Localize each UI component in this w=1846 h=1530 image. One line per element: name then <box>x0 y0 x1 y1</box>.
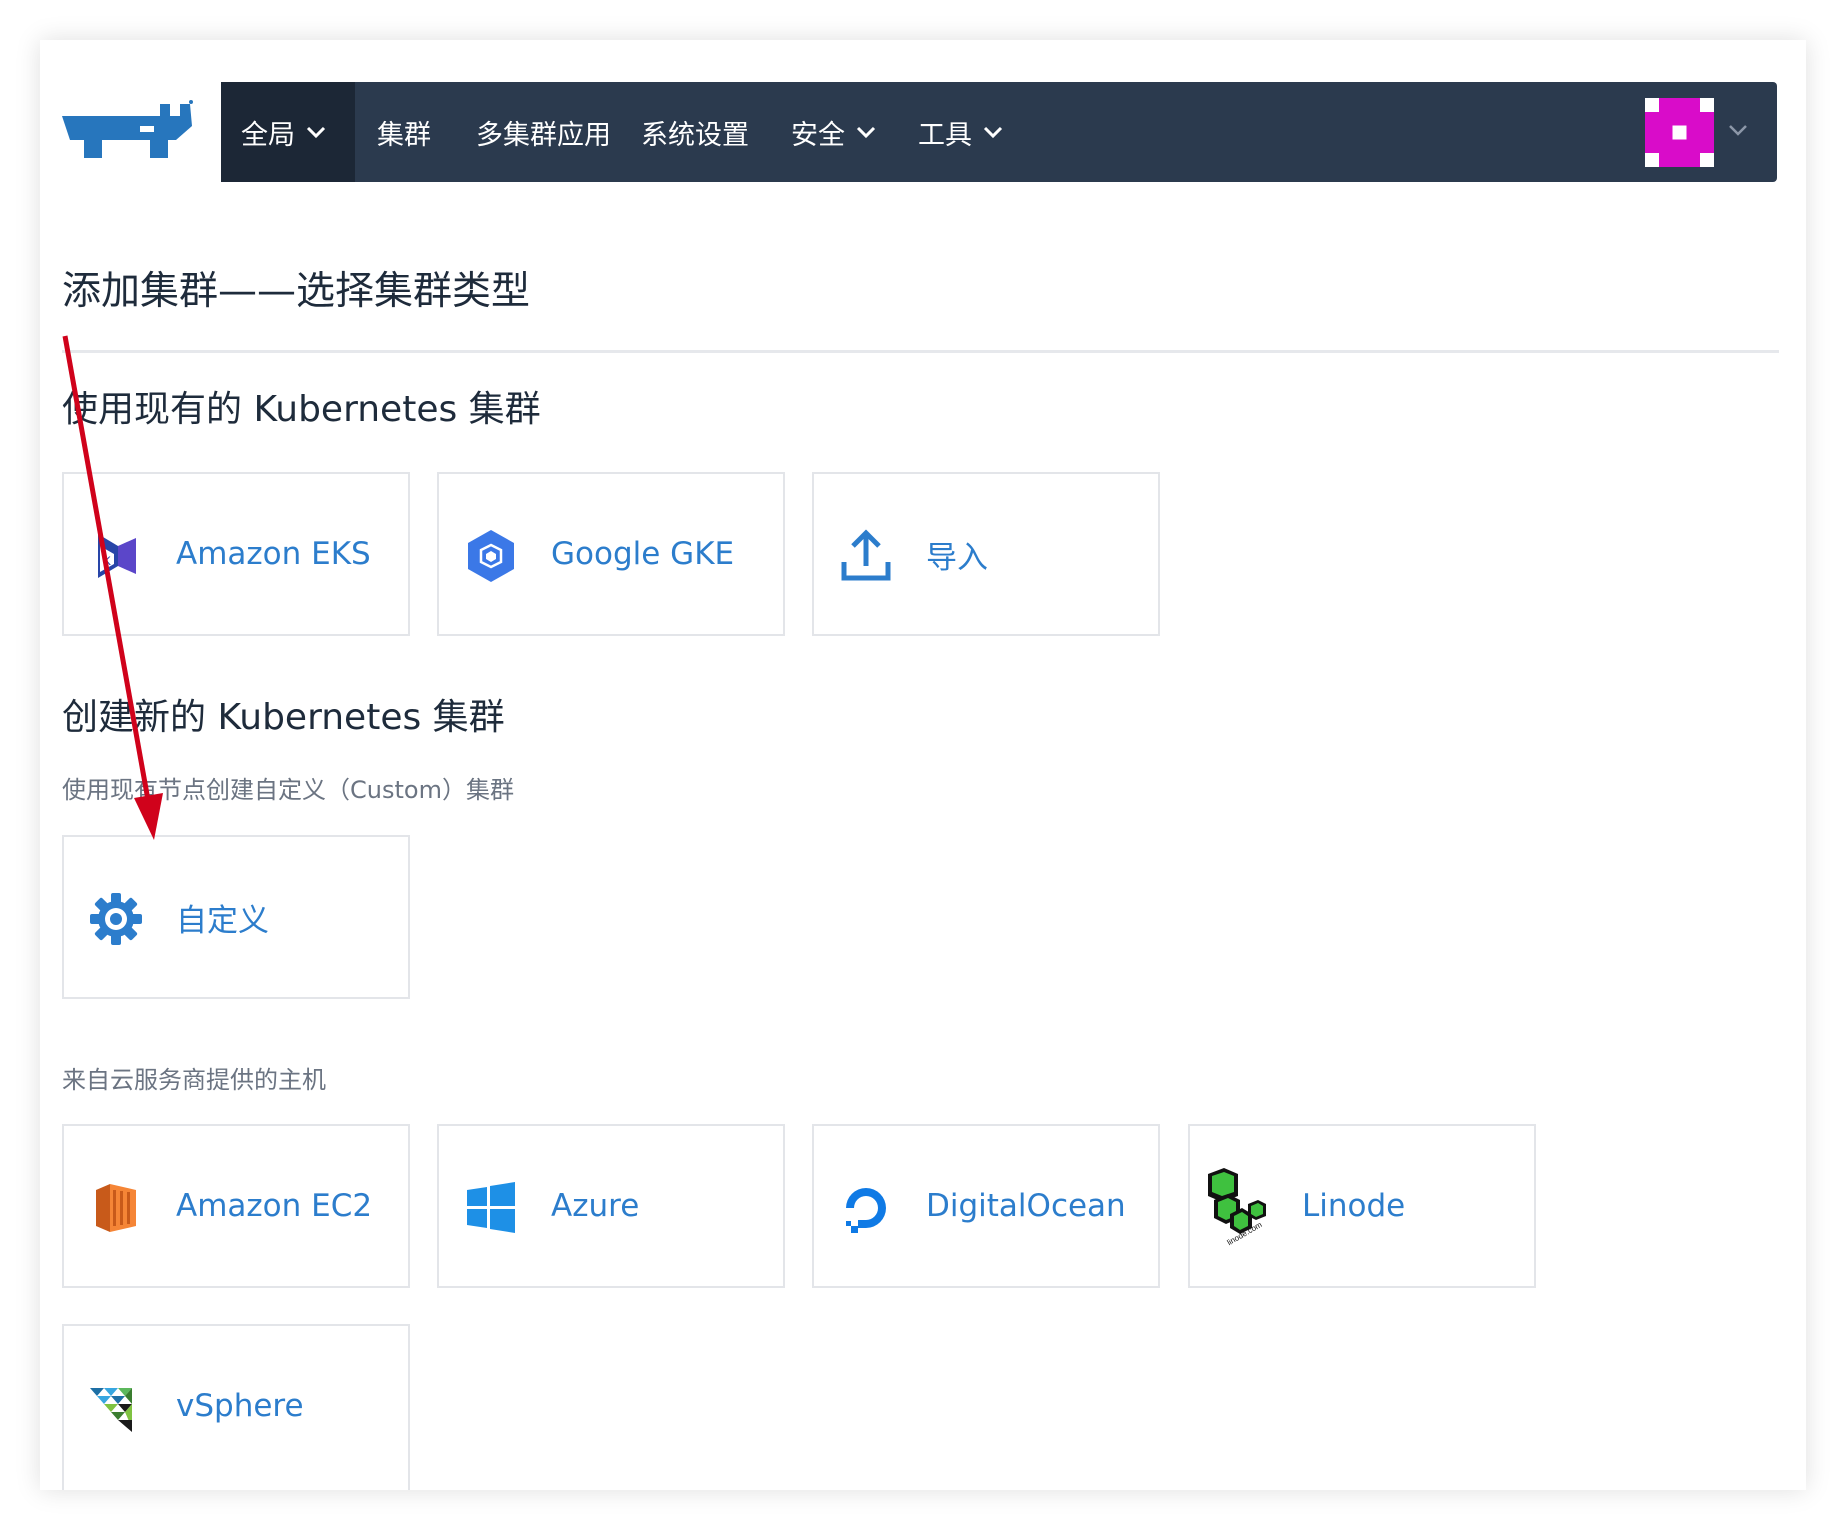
card-custom[interactable]: 自定义 <box>62 835 410 999</box>
card-vsphere[interactable]: vSphere <box>62 1324 410 1490</box>
card-label: 自定义 <box>176 902 269 939</box>
nav-system-settings[interactable]: 系统设置 <box>641 82 749 182</box>
upload-icon <box>841 529 891 581</box>
page-title: 添加集群——选择集群类型 <box>62 269 531 314</box>
section-title-create: 创建新的 Kubernetes 集群 <box>62 697 505 738</box>
vsphere-icon <box>90 1388 132 1432</box>
card-label: Linode <box>1302 1188 1406 1224</box>
card-label: Amazon EC2 <box>176 1188 373 1224</box>
nav-global-dropdown[interactable]: 全局 <box>221 82 355 182</box>
card-label: DigitalOcean <box>926 1188 1126 1224</box>
google-gke-icon <box>468 530 514 582</box>
card-google-gke[interactable]: Google GKE <box>437 472 785 636</box>
rancher-logo[interactable] <box>60 96 194 168</box>
card-linode[interactable]: linode.com Linode <box>1188 1124 1536 1288</box>
top-nav: 全局 集群 多集群应用 系统设置 安全 工具 <box>221 82 1777 182</box>
nav-multi-cluster-apps-label: 多集群应用 <box>476 119 611 151</box>
user-avatar[interactable] <box>1645 98 1714 167</box>
amazon-ec2-icon <box>96 1184 136 1232</box>
nav-tools-label: 工具 <box>918 119 972 151</box>
card-label: Azure <box>551 1188 640 1224</box>
chevron-down-icon[interactable] <box>1727 122 1749 138</box>
title-divider <box>62 350 1779 353</box>
custom-subtitle: 使用现有节点创建自定义（Custom）集群 <box>62 776 514 804</box>
gear-icon <box>90 893 142 945</box>
chevron-down-icon <box>856 126 876 139</box>
chevron-down-icon <box>306 126 326 139</box>
card-label: 导入 <box>926 539 988 576</box>
section-title-existing: 使用现有的 Kubernetes 集群 <box>62 389 541 430</box>
card-label: vSphere <box>176 1388 304 1424</box>
nav-multi-cluster-apps[interactable]: 多集群应用 <box>476 82 611 182</box>
app-window: 全局 集群 多集群应用 系统设置 安全 工具 添加集群——选择集群类型 使用现有… <box>40 40 1806 1490</box>
nav-system-settings-label: 系统设置 <box>641 119 749 151</box>
nav-security-label: 安全 <box>791 119 845 151</box>
nav-security-dropdown[interactable]: 安全 <box>791 82 877 182</box>
card-label: Google GKE <box>551 536 735 572</box>
nav-clusters-label: 集群 <box>377 119 431 151</box>
nav-clusters[interactable]: 集群 <box>377 82 431 182</box>
card-amazon-eks[interactable]: K Amazon EKS <box>62 472 410 636</box>
digitalocean-icon <box>846 1188 886 1233</box>
linode-icon: linode.com <box>1208 1168 1266 1246</box>
azure-icon <box>467 1182 515 1233</box>
nav-tools-dropdown[interactable]: 工具 <box>918 82 1004 182</box>
card-label: Amazon EKS <box>176 536 371 572</box>
chevron-down-icon <box>983 126 1003 139</box>
svg-text:K: K <box>103 554 111 568</box>
card-azure[interactable]: Azure <box>437 1124 785 1288</box>
card-digitalocean[interactable]: DigitalOcean <box>812 1124 1160 1288</box>
card-amazon-ec2[interactable]: Amazon EC2 <box>62 1124 410 1288</box>
card-import[interactable]: 导入 <box>812 472 1160 636</box>
cloud-subtitle: 来自云服务商提供的主机 <box>62 1066 326 1094</box>
amazon-eks-icon: K <box>98 534 136 578</box>
nav-global-label: 全局 <box>241 119 295 151</box>
